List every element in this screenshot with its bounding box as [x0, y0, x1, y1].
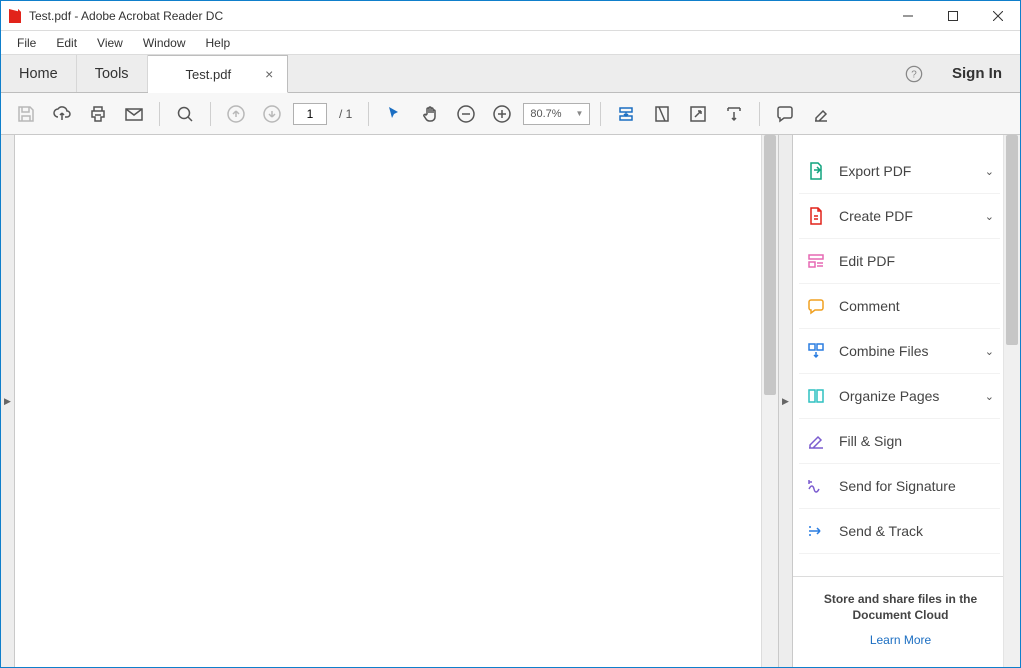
- help-icon: ?: [905, 65, 923, 83]
- titlebar: Test.pdf - Adobe Acrobat Reader DC: [1, 1, 1020, 31]
- svg-text:?: ?: [911, 69, 917, 80]
- selection-tool-button[interactable]: [379, 99, 409, 129]
- document-view[interactable]: [15, 135, 778, 667]
- comment-icon: [805, 295, 827, 317]
- close-button[interactable]: [975, 1, 1020, 30]
- tool-create-pdf[interactable]: Create PDF ⌄: [799, 194, 1000, 239]
- toolbar-separator: [759, 102, 760, 126]
- tool-label: Send & Track: [839, 523, 994, 539]
- prev-page-button[interactable]: [221, 99, 251, 129]
- chevron-down-icon: ⌄: [985, 390, 994, 403]
- tab-document-label: Test.pdf: [186, 67, 232, 82]
- tab-home[interactable]: Home: [1, 55, 77, 92]
- tool-label: Create PDF: [839, 208, 973, 224]
- tool-label: Export PDF: [839, 163, 973, 179]
- tool-fill-sign[interactable]: Fill & Sign: [799, 419, 1000, 464]
- next-page-button[interactable]: [257, 99, 287, 129]
- send-signature-icon: [805, 475, 827, 497]
- comment-button[interactable]: [770, 99, 800, 129]
- right-panel-toggle[interactable]: ▶: [778, 135, 792, 667]
- tool-combine-files[interactable]: Combine Files ⌄: [799, 329, 1000, 374]
- combine-files-icon: [805, 340, 827, 362]
- read-mode-button[interactable]: [719, 99, 749, 129]
- menu-edit[interactable]: Edit: [48, 34, 85, 52]
- tool-send-signature[interactable]: Send for Signature: [799, 464, 1000, 509]
- tool-label: Send for Signature: [839, 478, 994, 494]
- tool-label: Fill & Sign: [839, 433, 994, 449]
- zoom-in-button[interactable]: [487, 99, 517, 129]
- tool-organize-pages[interactable]: Organize Pages ⌄: [799, 374, 1000, 419]
- zoom-dropdown[interactable]: 80.7% ▼: [523, 103, 590, 125]
- tool-comment[interactable]: Comment: [799, 284, 1000, 329]
- create-pdf-icon: [805, 205, 827, 227]
- tab-document[interactable]: Test.pdf ×: [148, 55, 289, 93]
- organize-pages-icon: [805, 385, 827, 407]
- toolbar-separator: [159, 102, 160, 126]
- chevron-down-icon: ⌄: [985, 345, 994, 358]
- panel-scrollbar[interactable]: [1003, 135, 1020, 667]
- cloud-promo-title: Store and share files in the Document Cl…: [803, 591, 998, 623]
- minimize-button[interactable]: [885, 1, 930, 30]
- print-button[interactable]: [83, 99, 113, 129]
- toolbar: / 1 80.7% ▼: [1, 93, 1020, 135]
- sign-in-button[interactable]: Sign In: [934, 55, 1020, 92]
- scrollbar-thumb[interactable]: [764, 135, 776, 395]
- fit-page-button[interactable]: [647, 99, 677, 129]
- highlight-button[interactable]: [806, 99, 836, 129]
- learn-more-link[interactable]: Learn More: [870, 633, 931, 647]
- menu-window[interactable]: Window: [135, 34, 194, 52]
- toolbar-separator: [368, 102, 369, 126]
- scrollbar-thumb[interactable]: [1006, 135, 1018, 345]
- tool-label: Organize Pages: [839, 388, 973, 404]
- send-track-icon: [805, 520, 827, 542]
- help-button[interactable]: ?: [894, 55, 934, 92]
- toolbar-separator: [210, 102, 211, 126]
- email-button[interactable]: [119, 99, 149, 129]
- menu-file[interactable]: File: [9, 34, 44, 52]
- tool-label: Edit PDF: [839, 253, 994, 269]
- export-pdf-icon: [805, 160, 827, 182]
- main-area: ▶ ▶ Export PDF ⌄ Create PDF ⌄ Edit PDF: [1, 135, 1020, 667]
- page-number-input[interactable]: [293, 103, 327, 125]
- hand-tool-button[interactable]: [415, 99, 445, 129]
- tool-export-pdf[interactable]: Export PDF ⌄: [799, 149, 1000, 194]
- chevron-down-icon: ⌄: [985, 165, 994, 178]
- toolbar-separator: [600, 102, 601, 126]
- tools-panel: Export PDF ⌄ Create PDF ⌄ Edit PDF Comme…: [792, 135, 1020, 667]
- tools-list: Export PDF ⌄ Create PDF ⌄ Edit PDF Comme…: [793, 135, 1020, 576]
- tool-label: Combine Files: [839, 343, 973, 359]
- chevron-down-icon: ⌄: [985, 210, 994, 223]
- fill-sign-icon: [805, 430, 827, 452]
- acrobat-app-icon: [7, 8, 23, 24]
- tool-send-track[interactable]: Send & Track: [799, 509, 1000, 554]
- save-button[interactable]: [11, 99, 41, 129]
- tab-row: Home Tools Test.pdf × ? Sign In: [1, 55, 1020, 93]
- menubar: File Edit View Window Help: [1, 31, 1020, 55]
- search-button[interactable]: [170, 99, 200, 129]
- zoom-value: 80.7%: [530, 108, 561, 120]
- tab-tools[interactable]: Tools: [77, 55, 148, 92]
- tool-label: Comment: [839, 298, 994, 314]
- edit-pdf-icon: [805, 250, 827, 272]
- fit-width-button[interactable]: [611, 99, 641, 129]
- tool-edit-pdf[interactable]: Edit PDF: [799, 239, 1000, 284]
- tab-close-icon[interactable]: ×: [265, 66, 273, 82]
- fullscreen-button[interactable]: [683, 99, 713, 129]
- caret-down-icon: ▼: [576, 109, 584, 118]
- zoom-out-button[interactable]: [451, 99, 481, 129]
- cloud-promo: Store and share files in the Document Cl…: [793, 576, 1020, 667]
- page-total-label: / 1: [333, 107, 358, 121]
- menu-help[interactable]: Help: [198, 34, 239, 52]
- vertical-scrollbar[interactable]: [761, 135, 778, 667]
- cloud-upload-button[interactable]: [47, 99, 77, 129]
- maximize-button[interactable]: [930, 1, 975, 30]
- page-canvas: [15, 135, 761, 667]
- left-panel-toggle[interactable]: ▶: [1, 135, 15, 667]
- menu-view[interactable]: View: [89, 34, 131, 52]
- window-title: Test.pdf - Adobe Acrobat Reader DC: [29, 9, 885, 23]
